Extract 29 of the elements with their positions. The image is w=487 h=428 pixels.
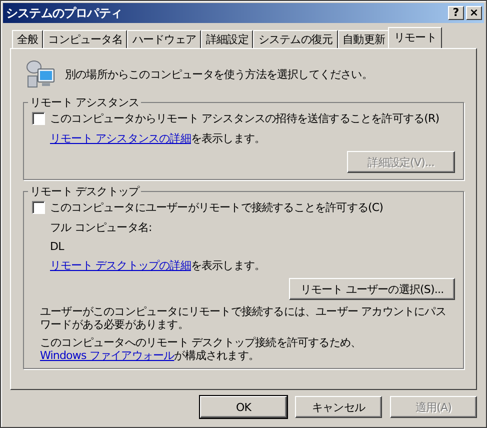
tab[interactable]: リモート: [388, 27, 442, 48]
dialog-button[interactable]: OK: [200, 396, 287, 418]
computer-icon: [25, 58, 57, 90]
checkbox[interactable]: [32, 112, 45, 125]
intro-text: 別の場所からこのコンピュータを使う方法を選択してください。: [65, 66, 372, 82]
checkbox[interactable]: [32, 201, 45, 214]
checkbox-row[interactable]: このコンピュータにユーザーがリモートで接続することを許可する(C): [32, 200, 455, 215]
info-text: リモート アシスタンスの詳細を表示します。: [50, 131, 266, 146]
password-note: ユーザーがこのコンピュータにリモートで接続するには、ユーザー アカウントにパスワードがある必要があります。: [39, 305, 447, 331]
help-button[interactable]: ?: [448, 6, 464, 20]
tab[interactable]: システムの復元: [253, 30, 338, 48]
info-text: リモート デスクトップの詳細を表示します。: [50, 258, 266, 273]
computer-name-label: フル コンピュータ名:: [50, 220, 153, 235]
tab[interactable]: 詳細設定: [201, 30, 254, 48]
details-link[interactable]: リモート アシスタンスの詳細: [50, 132, 191, 145]
close-button[interactable]: ×: [466, 6, 482, 20]
tab[interactable]: コンピュータ名: [43, 30, 128, 48]
tab[interactable]: ハードウェア: [127, 30, 202, 48]
group-title: リモート アシスタンス: [29, 95, 140, 110]
details-link[interactable]: リモート デスクトップの詳細: [50, 259, 191, 272]
window-title: システムのプロパティ: [6, 4, 124, 22]
checkbox-label[interactable]: このコンピュータにユーザーがリモートで接続することを許可する(C): [50, 200, 384, 215]
select-users-button[interactable]: リモート ユーザーの選択(S)...: [289, 278, 455, 300]
computer-name: DL: [50, 240, 66, 253]
firewall-link[interactable]: Windows ファイアウォール: [40, 349, 174, 362]
dialog-button[interactable]: キャンセル: [295, 396, 382, 418]
firewall-note: このコンピュータへのリモート デスクトップ接続を許可するため、 Windows ファイアウォールが構成されます。: [39, 336, 362, 362]
tab[interactable]: 全般: [12, 30, 44, 48]
group-title: リモート デスクトップ: [29, 184, 141, 199]
